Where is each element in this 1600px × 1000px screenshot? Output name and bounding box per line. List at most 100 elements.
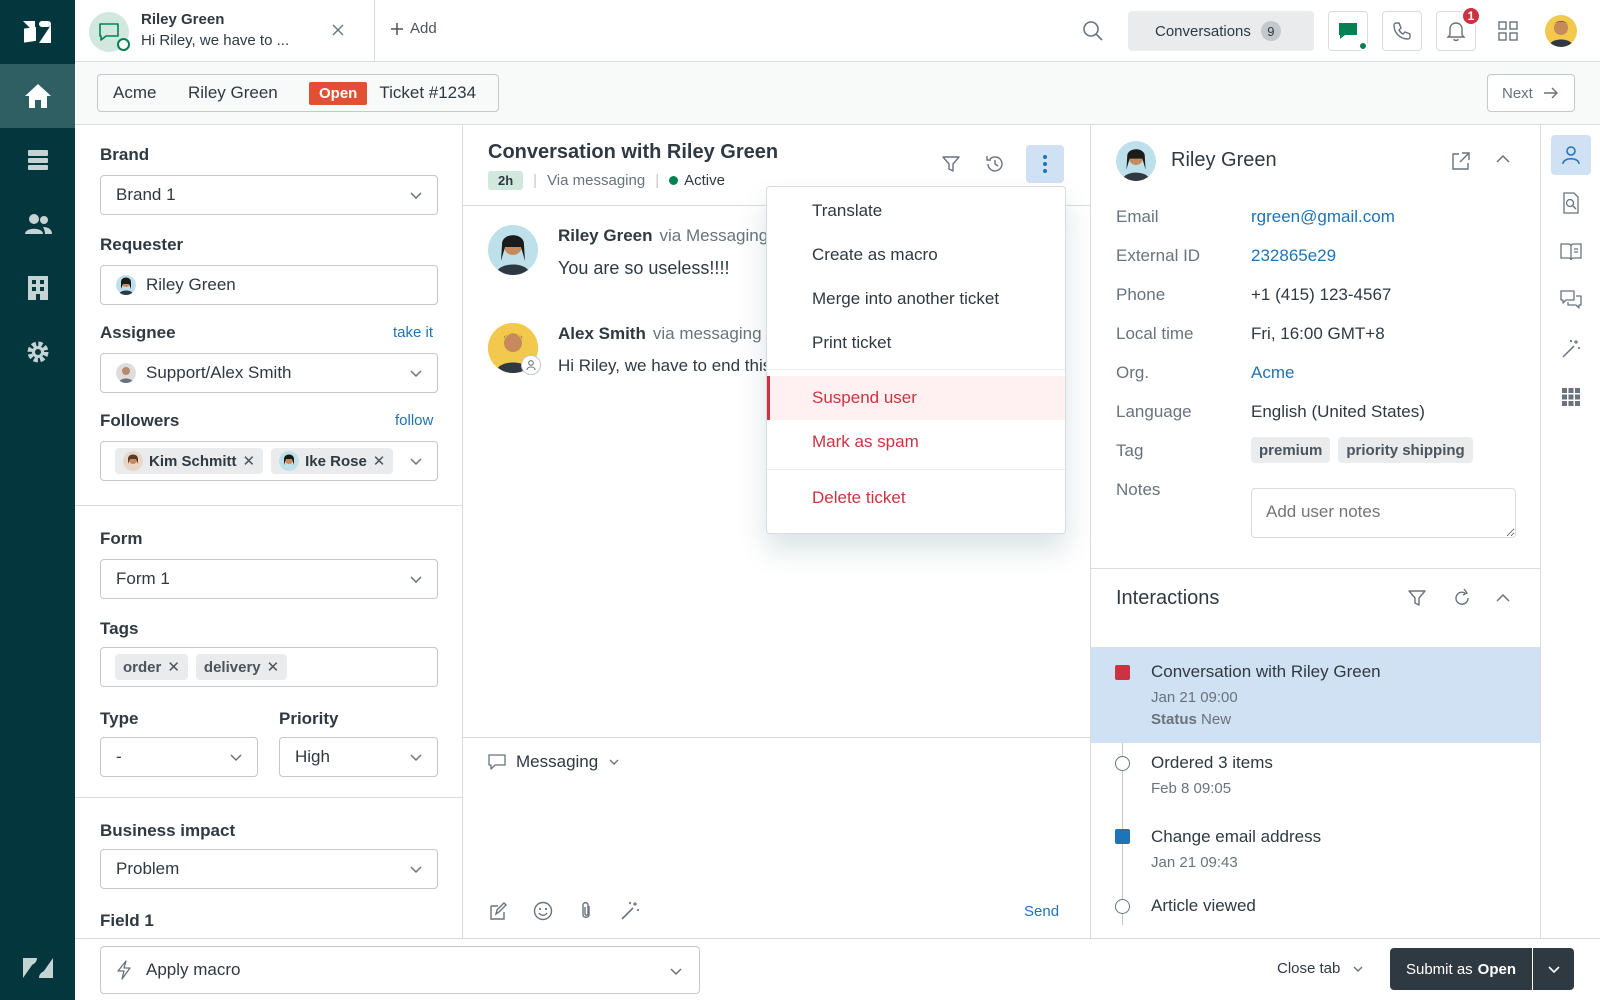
remove-icon[interactable]: ✕ [243,452,256,470]
timeline-item[interactable]: Change email address Jan 21 09:43 [1091,815,1540,887]
filter-button[interactable] [932,145,970,183]
agent-badge-icon [521,355,541,375]
timeline-item[interactable]: Article viewed [1091,887,1540,938]
status-badge: Open [309,81,368,105]
business-impact-label: Business impact [100,821,236,840]
overflow-vertical-icon [1043,155,1047,173]
customer-context-panel: Riley Green Email rgreen@gmail.com Exter… [1091,125,1541,938]
close-tab-icon[interactable] [328,20,348,40]
apps-grid-icon[interactable] [1497,20,1519,42]
chevron-down-icon [1547,966,1560,974]
form-select[interactable]: Form 1 [100,559,438,599]
remove-icon[interactable]: ✕ [167,658,180,676]
brand-select[interactable]: Brand 1 [100,175,438,215]
conversations-button[interactable]: Conversations 9 [1128,11,1314,51]
building-icon [27,276,48,300]
submit-button[interactable]: Submit as Open [1390,948,1532,990]
requester-field[interactable]: Riley Green [100,265,438,305]
collapse-chevron-icon[interactable] [1495,592,1511,604]
search-icon[interactable] [1082,20,1104,42]
menu-item-suspend-user[interactable]: Suspend user [767,376,1065,420]
ticket-tab[interactable]: Riley Green Hi Riley, we have to ... [75,0,375,62]
submit-options-button[interactable] [1533,948,1574,990]
menu-item-delete-ticket[interactable]: Delete ticket [767,476,1065,520]
collapse-chevron-icon[interactable] [1495,153,1511,165]
magic-wand-icon[interactable] [620,901,640,921]
tags-field[interactable]: order ✕ delivery ✕ [100,647,438,687]
chevron-down-icon [410,192,422,200]
nav-views[interactable] [0,128,75,192]
agent-avatar[interactable] [1545,15,1577,47]
apply-macro-select[interactable]: Apply macro [100,946,700,994]
send-button[interactable]: Send [1024,903,1059,920]
compose-icon[interactable] [488,901,508,921]
timeline-status: Status New [1151,711,1231,728]
external-id-value[interactable]: 232865e29 [1251,246,1336,266]
follower-name: Kim Schmitt [149,452,237,470]
timeline-item[interactable]: Ordered 3 items Feb 8 09:05 [1091,743,1540,815]
channel-switcher[interactable]: Messaging [488,752,620,772]
emoji-icon[interactable] [533,901,553,921]
phone-button[interactable] [1382,11,1422,51]
type-select[interactable]: - [100,737,258,777]
customer-context-button[interactable] [1551,135,1591,175]
open-external-icon[interactable] [1451,151,1471,171]
nav-organizations[interactable] [0,256,75,320]
menu-item-create-macro[interactable]: Create as macro [767,233,1065,277]
nav-home[interactable] [0,64,75,128]
assignee-select[interactable]: Support/Alex Smith [100,353,438,393]
conversation-status: Active [684,172,725,189]
menu-item-print[interactable]: Print ticket [767,321,1065,365]
tag-chip[interactable]: delivery ✕ [195,654,288,680]
breadcrumb-org[interactable]: Acme [97,74,174,112]
more-actions-button[interactable] [1026,145,1064,183]
alex-avatar [488,323,541,375]
menu-item-translate[interactable]: Translate [767,189,1065,233]
attachment-icon[interactable] [578,901,594,921]
nav-customers[interactable] [0,192,75,256]
conversations-label: Conversations [1155,22,1251,40]
menu-item-merge[interactable]: Merge into another ticket [767,277,1065,321]
menu-separator [767,369,1065,370]
next-button[interactable]: Next [1487,74,1575,112]
tag-chip[interactable]: order ✕ [115,654,188,680]
remove-icon[interactable]: ✕ [267,658,280,676]
online-status-dot [117,38,130,51]
composer-divider [463,737,1091,738]
email-value[interactable]: rgreen@gmail.com [1251,207,1395,227]
followers-field[interactable]: Kim Schmitt ✕ Ike Rose ✕ [100,441,438,481]
composer-textarea[interactable] [488,790,1068,900]
breadcrumb-ticket[interactable]: Open Ticket #1234 [294,74,499,112]
remove-icon[interactable]: ✕ [373,452,386,470]
ticket-number: Ticket #1234 [379,83,477,102]
user-notes-input[interactable] [1251,488,1516,538]
follower-chip[interactable]: Kim Schmitt ✕ [115,448,264,474]
business-impact-select[interactable]: Problem [100,849,438,889]
notifications-button[interactable]: 1 [1436,6,1481,51]
take-it-link[interactable]: take it [393,324,433,341]
notes-label: Notes [1116,480,1161,499]
conversations-rail-icon[interactable] [1560,290,1582,310]
priority-select[interactable]: High [279,737,438,777]
apps-icon[interactable] [1562,388,1580,406]
menu-item-mark-spam[interactable]: Mark as spam [767,420,1065,464]
close-tab-select[interactable]: Close tab [1277,960,1364,977]
priority-label: Priority [279,709,339,728]
magic-wand-icon[interactable] [1561,339,1581,359]
breadcrumb-requester[interactable]: Riley Green [173,74,295,112]
filter-icon[interactable] [1407,588,1427,608]
org-value[interactable]: Acme [1251,363,1294,383]
follow-link[interactable]: follow [395,412,433,429]
chevron-down-icon [410,866,422,874]
history-button[interactable] [976,145,1014,183]
follower-chip[interactable]: Ike Rose ✕ [271,448,394,474]
field1-label: Field 1 [100,911,154,930]
refresh-icon[interactable] [1452,588,1472,608]
knowledge-search-icon[interactable] [1561,192,1581,214]
messaging-status-button[interactable] [1328,11,1368,51]
knowledge-book-icon[interactable] [1560,241,1582,261]
timeline-item-selected[interactable]: Conversation with Riley Green Jan 21 09:… [1091,647,1540,743]
add-tab-button[interactable]: Add [390,20,437,37]
chevron-down-icon [670,968,682,976]
nav-admin[interactable] [0,320,75,384]
